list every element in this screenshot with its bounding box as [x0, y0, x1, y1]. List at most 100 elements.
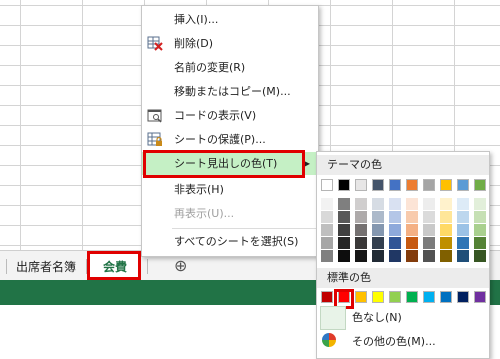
- theme-shade-swatch[interactable]: [457, 237, 469, 249]
- menu-item-rename[interactable]: 名前の変更(R): [142, 56, 318, 79]
- theme-color-swatch[interactable]: [372, 179, 384, 191]
- tab-separator: [147, 259, 148, 274]
- theme-shade-swatch[interactable]: [474, 224, 486, 236]
- menu-item-label: 名前の変更(R): [174, 61, 246, 74]
- standard-colors-header-label: 標準の色: [327, 271, 371, 284]
- theme-shade-swatch[interactable]: [440, 198, 452, 210]
- theme-shade-swatch[interactable]: [457, 250, 469, 262]
- tab-color-submenu: テーマの色 標準の色 色なし(N) その他の色(M)...: [316, 151, 490, 359]
- standard-color-swatch[interactable]: [457, 291, 469, 303]
- theme-color-swatch[interactable]: [355, 179, 367, 191]
- theme-colors-header-label: テーマの色: [327, 158, 382, 171]
- theme-shade-swatch[interactable]: [389, 198, 401, 210]
- theme-shade-swatch[interactable]: [372, 237, 384, 249]
- theme-shade-swatch[interactable]: [355, 211, 367, 223]
- theme-shade-swatch[interactable]: [355, 237, 367, 249]
- theme-shade-swatch[interactable]: [474, 198, 486, 210]
- theme-shade-swatch[interactable]: [457, 211, 469, 223]
- theme-shade-swatch[interactable]: [440, 224, 452, 236]
- theme-shade-swatch[interactable]: [372, 224, 384, 236]
- theme-shade-swatch[interactable]: [440, 237, 452, 249]
- theme-shade-swatch[interactable]: [321, 224, 333, 236]
- more-colors-option[interactable]: その他の色(M)...: [352, 333, 436, 349]
- delete-sheet-icon: [147, 36, 163, 51]
- theme-shade-swatch[interactable]: [338, 224, 350, 236]
- add-sheet-icon[interactable]: ⊕: [174, 256, 187, 276]
- theme-shade-swatch[interactable]: [338, 250, 350, 262]
- theme-shade-swatch[interactable]: [389, 250, 401, 262]
- menu-item-label: 挿入(I)...: [174, 13, 219, 26]
- theme-shade-swatch[interactable]: [423, 198, 435, 210]
- standard-color-swatch[interactable]: [440, 291, 452, 303]
- protect-sheet-icon: [147, 132, 163, 147]
- theme-color-swatch[interactable]: [440, 179, 452, 191]
- theme-shade-swatch[interactable]: [372, 211, 384, 223]
- theme-shade-swatch[interactable]: [423, 237, 435, 249]
- theme-shade-swatch[interactable]: [457, 198, 469, 210]
- menu-item-select-all-sheets[interactable]: すべてのシートを選択(S): [142, 230, 318, 253]
- theme-shade-swatch[interactable]: [321, 237, 333, 249]
- theme-shade-swatch[interactable]: [338, 211, 350, 223]
- menu-item-protect-sheet[interactable]: シートの保護(P)...: [142, 128, 318, 151]
- menu-item-label: 削除(D): [174, 37, 214, 50]
- theme-shade-swatch[interactable]: [406, 250, 418, 262]
- view-code-icon: [147, 108, 163, 123]
- theme-color-swatch[interactable]: [406, 179, 418, 191]
- theme-shade-swatch[interactable]: [440, 211, 452, 223]
- theme-shade-swatch[interactable]: [389, 224, 401, 236]
- menu-item-delete[interactable]: 削除(D): [142, 32, 318, 55]
- theme-shade-swatch[interactable]: [338, 198, 350, 210]
- menu-item-view-code[interactable]: コードの表示(V): [142, 104, 318, 127]
- theme-shade-swatch[interactable]: [355, 250, 367, 262]
- theme-shade-swatch[interactable]: [406, 224, 418, 236]
- theme-shade-swatch[interactable]: [474, 211, 486, 223]
- menu-item-insert[interactable]: 挿入(I)...: [142, 8, 318, 31]
- theme-shade-swatch[interactable]: [457, 224, 469, 236]
- theme-color-swatch[interactable]: [338, 179, 350, 191]
- standard-color-swatch[interactable]: [423, 291, 435, 303]
- theme-shade-swatch[interactable]: [321, 198, 333, 210]
- standard-color-swatch[interactable]: [474, 291, 486, 303]
- theme-color-swatch[interactable]: [389, 179, 401, 191]
- no-color-option[interactable]: 色なし(N): [352, 309, 402, 325]
- theme-shade-swatch[interactable]: [440, 250, 452, 262]
- menu-item-move-copy[interactable]: 移動またはコピー(M)...: [142, 80, 318, 103]
- tab-context-menu: 挿入(I)... 削除(D) 名前の変更(R) 移動またはコピー(M)... コ…: [141, 5, 319, 257]
- standard-color-swatch[interactable]: [406, 291, 418, 303]
- theme-shade-swatch[interactable]: [423, 224, 435, 236]
- sheet-tab-fee-label[interactable]: 会費: [103, 257, 127, 277]
- sheet-tab-attendees[interactable]: 出席者名簿: [16, 257, 76, 277]
- theme-color-swatch[interactable]: [474, 179, 486, 191]
- theme-shade-swatch[interactable]: [355, 198, 367, 210]
- standard-color-swatch[interactable]: [355, 291, 367, 303]
- menu-highlight-frame: [143, 150, 305, 178]
- theme-shade-swatch[interactable]: [389, 237, 401, 249]
- theme-shade-swatch[interactable]: [355, 224, 367, 236]
- no-color-swatch[interactable]: [320, 306, 346, 330]
- theme-shade-swatch[interactable]: [406, 237, 418, 249]
- menu-item-label: 移動またはコピー(M)...: [174, 85, 291, 98]
- tab-separator: [6, 259, 7, 274]
- theme-shade-swatch[interactable]: [474, 237, 486, 249]
- theme-shade-swatch[interactable]: [406, 198, 418, 210]
- standard-color-swatch[interactable]: [321, 291, 333, 303]
- theme-shade-swatch[interactable]: [389, 211, 401, 223]
- theme-shade-swatch[interactable]: [474, 250, 486, 262]
- theme-color-swatch[interactable]: [321, 179, 333, 191]
- theme-color-swatch[interactable]: [457, 179, 469, 191]
- theme-shade-swatch[interactable]: [423, 250, 435, 262]
- menu-separator: [172, 228, 316, 229]
- theme-color-swatch[interactable]: [423, 179, 435, 191]
- color-palette-icon: [322, 333, 336, 350]
- standard-color-swatch[interactable]: [372, 291, 384, 303]
- menu-item-hide[interactable]: 非表示(H): [142, 178, 318, 201]
- theme-shade-swatch[interactable]: [321, 250, 333, 262]
- theme-shade-swatch[interactable]: [321, 211, 333, 223]
- theme-shade-swatch[interactable]: [406, 211, 418, 223]
- menu-item-label: 非表示(H): [174, 183, 224, 196]
- theme-shade-swatch[interactable]: [372, 250, 384, 262]
- theme-shade-swatch[interactable]: [423, 211, 435, 223]
- theme-shade-swatch[interactable]: [372, 198, 384, 210]
- standard-color-swatch[interactable]: [389, 291, 401, 303]
- theme-shade-swatch[interactable]: [338, 237, 350, 249]
